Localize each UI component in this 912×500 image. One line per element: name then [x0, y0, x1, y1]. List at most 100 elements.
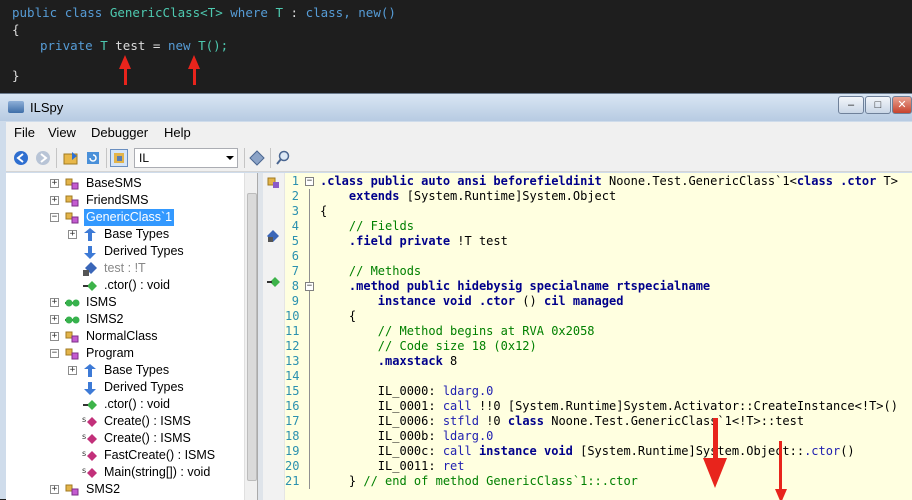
code-token: !T test: [457, 234, 508, 248]
maximize-button[interactable]: □: [865, 96, 891, 114]
line-number: 2: [291, 189, 299, 203]
code-token: stfld: [442, 414, 487, 428]
menu-file[interactable]: File: [14, 125, 35, 140]
snippet-line-3: private T test = new T();: [40, 38, 229, 53]
back-icon[interactable]: [12, 149, 30, 167]
code-line: 13 .maxstack 8: [285, 354, 910, 369]
tree-node-label: GenericClass`1: [84, 209, 175, 226]
decompiled-code-view[interactable]: 1− .class public auto ansi beforefieldini…: [263, 173, 912, 500]
code-token: // Fields: [320, 219, 414, 233]
code-line: 3{: [285, 204, 910, 219]
line-number: 21: [285, 474, 300, 488]
tree-node[interactable]: + SMS2: [6, 481, 242, 498]
svg-text:s: s: [82, 449, 86, 458]
code-line: 1− .class public auto ansi beforefieldini…: [285, 174, 910, 189]
line-number: 16: [285, 399, 300, 413]
show-internal-icon[interactable]: [110, 149, 128, 167]
expand-icon[interactable]: +: [50, 485, 59, 494]
fold-toggle-icon[interactable]: −: [305, 177, 314, 186]
menu-debugger[interactable]: Debugger: [91, 125, 148, 140]
ilspy-window: ILSpy – □ ✕ File View Debugger Help IL +…: [0, 93, 912, 500]
title-bar[interactable]: ILSpy – □ ✕: [0, 94, 912, 121]
line-number: 12: [285, 339, 300, 353]
expand-icon[interactable]: +: [68, 230, 77, 239]
static-method-icon: s: [82, 414, 98, 430]
expand-icon[interactable]: +: [50, 196, 59, 205]
class-icon: [64, 329, 80, 345]
annotation-arrow-icon: [188, 55, 200, 85]
tree-node-label: Base Types: [104, 227, 170, 241]
tree-node[interactable]: + ISMS2: [6, 311, 242, 328]
close-button[interactable]: ✕: [892, 96, 912, 114]
interface-icon: [64, 312, 80, 328]
reload-icon[interactable]: [84, 149, 102, 167]
tree-node[interactable]: s Main(string[]) : void: [6, 464, 242, 481]
tree-node[interactable]: s Create() : ISMS: [6, 413, 242, 430]
tree-node[interactable]: − GenericClass`1: [6, 209, 242, 226]
collapse-icon[interactable]: −: [50, 349, 59, 358]
analyze-icon[interactable]: [248, 149, 266, 167]
expand-icon[interactable]: +: [50, 179, 59, 188]
tree-node-label: Program: [86, 346, 134, 360]
tree-node[interactable]: .ctor() : void: [6, 396, 242, 413]
tree-node-label: FriendSMS: [86, 193, 149, 207]
expand-icon[interactable]: +: [50, 298, 59, 307]
tree-scrollbar[interactable]: [244, 173, 257, 500]
line-number: 7: [291, 264, 299, 278]
code-token: // end of method GenericClass`1::.ctor: [363, 474, 638, 488]
tree-node-label: Derived Types: [104, 380, 184, 394]
menu-bar: File View Debugger Help: [6, 122, 912, 144]
code-token: (): [840, 444, 855, 458]
tree-node[interactable]: + Base Types: [6, 362, 242, 379]
snippet-line-1: public class GenericClass<T> where T : c…: [12, 5, 396, 20]
tree-node[interactable]: − Program: [6, 345, 242, 362]
expand-icon[interactable]: +: [50, 315, 59, 324]
app-icon: [8, 101, 24, 113]
search-icon[interactable]: [274, 149, 292, 167]
svg-text:s: s: [82, 466, 86, 475]
code-token: instance void .ctor: [377, 294, 523, 308]
tree-node[interactable]: + FriendSMS: [6, 192, 242, 209]
tree-node[interactable]: + Base Types: [6, 226, 242, 243]
tree-node[interactable]: + ISMS: [6, 294, 242, 311]
line-number: 3: [291, 204, 299, 218]
code-line: 19 IL_000c: call instance void [System.R…: [285, 444, 910, 459]
minimize-button[interactable]: –: [838, 96, 864, 114]
tree-node[interactable]: test : !T: [6, 260, 242, 277]
menu-help[interactable]: Help: [164, 125, 191, 140]
collapse-icon[interactable]: −: [50, 213, 59, 222]
tree-node[interactable]: Derived Types: [6, 243, 242, 260]
code-token: IL_0001:: [320, 399, 443, 413]
field-bookmark-icon: [266, 229, 281, 243]
tree-node[interactable]: Derived Types: [6, 379, 242, 396]
expand-icon[interactable]: +: [68, 366, 77, 375]
line-number: 17: [285, 414, 300, 428]
menu-view[interactable]: View: [48, 125, 76, 140]
chevron-down-icon: [226, 156, 234, 160]
forward-icon[interactable]: [34, 149, 52, 167]
language-select[interactable]: IL: [134, 148, 238, 168]
code-line: 11 // Method begins at RVA 0x2058: [285, 324, 910, 339]
tree-node-label: .ctor() : void: [104, 278, 170, 292]
code-token: class .ctor: [796, 174, 884, 188]
code-line: 6: [285, 249, 910, 264]
open-icon[interactable]: [62, 149, 80, 167]
bookmark-gutter[interactable]: [263, 173, 285, 500]
fold-toggle-icon[interactable]: −: [305, 282, 314, 291]
code-token: .method public hidebysig specialname rts…: [348, 279, 711, 293]
code-token: }: [320, 474, 364, 488]
tree-node[interactable]: + BaseSMS: [6, 175, 242, 192]
code-line: 9 instance void .ctor () cil managed: [285, 294, 910, 309]
tree-node[interactable]: + NormalClass: [6, 328, 242, 345]
tree-node-label: Create() : ISMS: [104, 414, 191, 428]
tree-node[interactable]: s Create() : ISMS: [6, 430, 242, 447]
static-method-icon: s: [82, 431, 98, 447]
tree-node[interactable]: s FastCreate() : ISMS: [6, 447, 242, 464]
code-token: Noone.Test.GenericClass`1<: [608, 174, 797, 188]
code-token: ldarg.0: [442, 429, 494, 443]
expand-icon[interactable]: +: [50, 332, 59, 341]
tree-node[interactable]: .ctor() : void: [6, 277, 242, 294]
line-number: 5: [291, 234, 299, 248]
svg-text:s: s: [82, 415, 86, 424]
line-number: 20: [285, 459, 300, 473]
